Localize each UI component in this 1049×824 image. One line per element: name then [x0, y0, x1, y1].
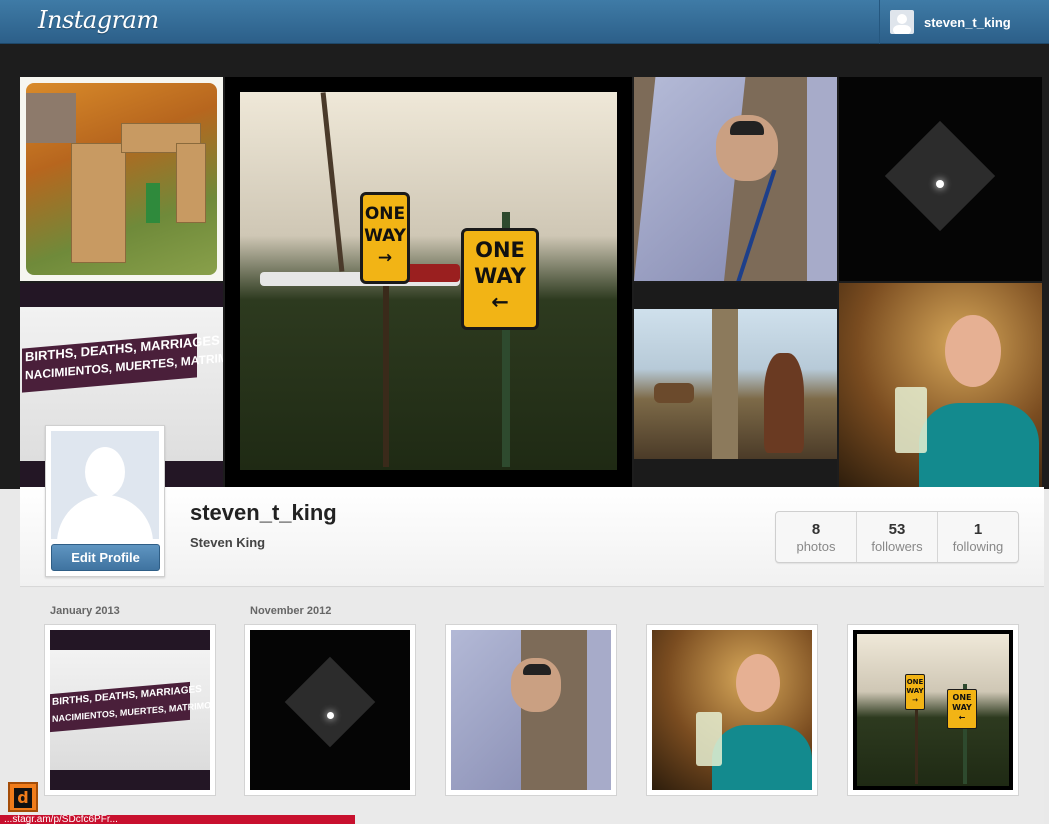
thumb-arrow-right-icon: →: [912, 696, 918, 704]
status-bar-url: ...stagr.am/p/SDcfc6PFr...: [0, 815, 355, 824]
edit-profile-button[interactable]: Edit Profile: [51, 544, 160, 571]
mosaic-photo-dark-light[interactable]: [839, 77, 1042, 281]
mosaic-photo-cardboard-boxes[interactable]: [20, 77, 223, 281]
stat-following-label: following: [952, 539, 1004, 554]
profile-full-name: Steven King: [190, 535, 266, 550]
user-menu-name[interactable]: steven_t_king: [924, 15, 1011, 30]
instagram-logo[interactable]: Instagram: [38, 6, 159, 34]
mosaic-photo-horses-camera[interactable]: [634, 283, 837, 487]
profile-avatar: Edit Profile: [45, 425, 165, 577]
feed-thumb-dark-light[interactable]: [244, 624, 416, 796]
arrow-left-icon: ←: [491, 290, 509, 314]
feed-thumb-man-peeking[interactable]: [445, 624, 617, 796]
stat-photos-label: photos: [796, 539, 836, 554]
stat-followers-count: 53: [888, 521, 906, 538]
stat-followers[interactable]: 53 followers: [857, 512, 938, 562]
user-menu[interactable]: steven_t_king: [879, 0, 1049, 44]
arrow-right-icon: →: [377, 248, 393, 268]
stat-photos-count: 8: [811, 521, 821, 538]
top-nav-bar: Instagram steven_t_king: [0, 0, 1049, 44]
stat-photos[interactable]: 8 photos: [776, 512, 857, 562]
thumb-one-way-sign-right: ONE WAY ←: [947, 689, 977, 729]
mosaic-photo-man-peeking[interactable]: [634, 77, 837, 281]
mosaic-photo-woman-drink[interactable]: [839, 283, 1042, 487]
stat-following-count: 1: [973, 521, 983, 538]
feed-thumb-one-way-signs[interactable]: ONE WAY → ONE WAY ←: [847, 624, 1019, 796]
stat-following[interactable]: 1 following: [938, 512, 1018, 562]
feed-thumb-woman-drink[interactable]: [646, 624, 818, 796]
profile-username: steven_t_king: [190, 500, 337, 525]
one-way-sign-right: ONE WAY ←: [461, 228, 539, 330]
month-label: January 2013: [50, 605, 120, 617]
user-avatar-icon[interactable]: [890, 10, 914, 34]
thumb-one-way-sign-left: ONE WAY →: [905, 674, 925, 710]
stat-followers-label: followers: [871, 539, 923, 554]
default-avatar-icon: [51, 431, 159, 539]
thumb-arrow-left-icon: ←: [958, 713, 966, 722]
one-way-sign-left: ONE WAY →: [360, 192, 410, 284]
month-label: November 2012: [250, 605, 332, 617]
mosaic-photo-one-way-signs[interactable]: ONE WAY → ONE WAY ←: [225, 77, 632, 487]
feed-thumb-births-sign[interactable]: BIRTHS, DEATHS, MARRIAGES NACIMIENTOS, M…: [44, 624, 216, 796]
profile-stats: 8 photos 53 followers 1 following: [775, 511, 1019, 563]
extension-d-icon[interactable]: d: [8, 782, 38, 812]
